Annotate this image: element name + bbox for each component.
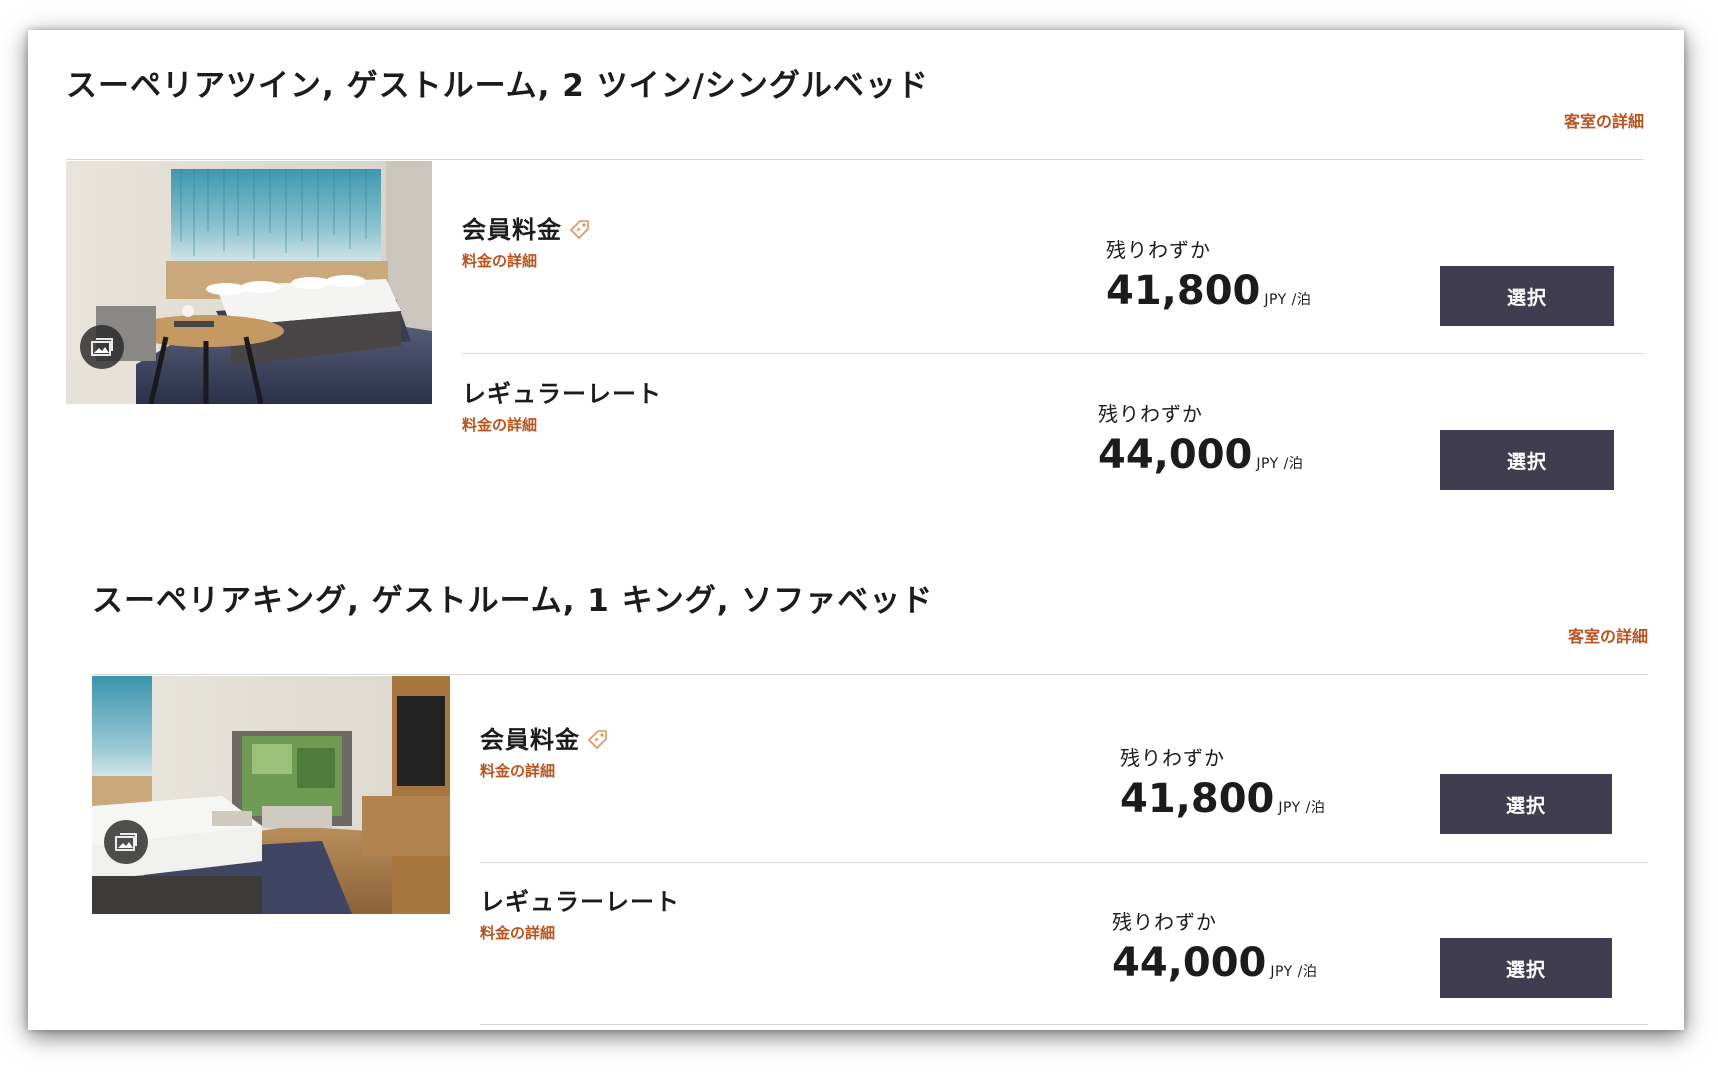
room-photo-king-image: [92, 676, 450, 914]
price: 41,800: [1120, 776, 1275, 822]
price-unit: JPY /泊: [1264, 292, 1312, 308]
rate-name: 会員料金: [462, 216, 562, 244]
rate-row-member: 会員料金 料金の詳細 残りわずか 41,800 JPY /泊 選択: [462, 210, 1644, 370]
image-gallery-icon: [115, 833, 137, 851]
price: 44,000: [1112, 940, 1267, 986]
room-details-link[interactable]: 客室の詳細: [1568, 623, 1648, 647]
photo-gallery-button[interactable]: [104, 820, 148, 864]
select-button[interactable]: 選択: [1440, 774, 1612, 834]
divider: [462, 353, 1644, 354]
room-title: スーペリアキング, ゲストルーム, 1 キング, ソファベッド: [92, 583, 934, 619]
rate-name: 会員料金: [480, 726, 580, 754]
rate-details-link[interactable]: 料金の詳細: [462, 414, 537, 435]
price-unit: JPY /泊: [1278, 800, 1326, 816]
divider: [480, 1024, 1648, 1025]
rate-details-link[interactable]: 料金の詳細: [480, 760, 555, 781]
divider: [92, 674, 1648, 675]
price: 44,000: [1098, 432, 1253, 478]
member-tag-icon: [568, 217, 592, 247]
room-details-link[interactable]: 客室の詳細: [1564, 108, 1644, 132]
image-gallery-icon: [91, 338, 113, 356]
rate-row-regular: レギュラーレート 料金の詳細 残りわずか 44,000 JPY /泊 選択: [480, 882, 1648, 1012]
divider: [480, 862, 1648, 863]
rate-name: レギュラーレート: [480, 888, 680, 916]
divider: [66, 159, 1644, 160]
rate-details-link[interactable]: 料金の詳細: [480, 922, 555, 943]
room-superior-king: スーペリアキング, ゲストルーム, 1 キング, ソファベッド 客室の詳細 会員…: [92, 575, 1648, 1025]
price: 41,800: [1106, 268, 1261, 314]
room-photo[interactable]: [92, 676, 450, 914]
select-button[interactable]: 選択: [1440, 938, 1612, 998]
availability-label: 残りわずか: [1120, 746, 1225, 770]
price-unit: JPY /泊: [1256, 456, 1304, 472]
room-list-card: スーペリアツイン, ゲストルーム, 2 ツイン/シングルベッド 客室の詳細 会員…: [28, 30, 1684, 1030]
availability-label: 残りわずか: [1098, 402, 1203, 426]
rate-row-regular: レギュラーレート 料金の詳細 残りわずか 44,000 JPY /泊 選択: [462, 374, 1644, 504]
select-button[interactable]: 選択: [1440, 266, 1614, 326]
room-title: スーペリアツイン, ゲストルーム, 2 ツイン/シングルベッド: [66, 68, 929, 104]
room-superior-twin: スーペリアツイン, ゲストルーム, 2 ツイン/シングルベッド 客室の詳細 会員…: [66, 60, 1644, 490]
room-photo-twin-image: [66, 161, 432, 404]
rate-row-member: 会員料金 料金の詳細 残りわずか 41,800 JPY /泊 選択: [480, 720, 1648, 880]
rate-name: レギュラーレート: [462, 380, 662, 408]
rate-details-link[interactable]: 料金の詳細: [462, 250, 537, 271]
select-button[interactable]: 選択: [1440, 430, 1614, 490]
room-photo[interactable]: [66, 161, 432, 404]
photo-gallery-button[interactable]: [80, 325, 124, 369]
price-unit: JPY /泊: [1270, 964, 1318, 980]
member-tag-icon: [586, 727, 610, 757]
availability-label: 残りわずか: [1112, 910, 1217, 934]
availability-label: 残りわずか: [1106, 238, 1211, 262]
